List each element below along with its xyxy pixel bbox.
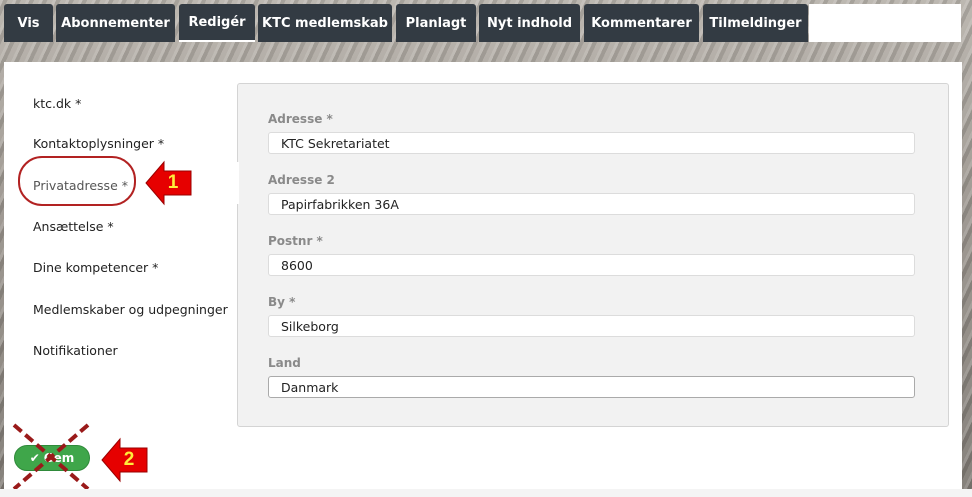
tab-rediger[interactable]: Redigér: [179, 4, 255, 42]
postnr-input[interactable]: 8600: [268, 254, 915, 276]
annotation-highlight-ring: [18, 156, 136, 206]
callout-2-label: 2: [123, 449, 135, 470]
callout-2-arrow: 2: [100, 437, 150, 483]
tab-planlagt[interactable]: Planlagt: [396, 4, 476, 42]
tab-nyt-indhold[interactable]: Nyt indhold: [479, 4, 580, 42]
nav-item-ansaettelse[interactable]: Ansættelse *: [33, 219, 114, 234]
tab-vis[interactable]: Vis: [4, 4, 53, 42]
nav-item-ktc-dk[interactable]: ktc.dk *: [33, 96, 81, 111]
adresse-label: Adresse *: [268, 112, 333, 126]
nav-item-kontaktoplysninger[interactable]: Kontaktoplysninger *: [33, 136, 164, 151]
tab-tilmeldinger[interactable]: Tilmeldinger: [703, 4, 808, 42]
active-tab-connector: [236, 162, 239, 204]
tab-bar: Vis Abonnementer Redigér KTC medlemskab …: [0, 0, 972, 42]
address-form: Adresse * KTC Sekretariatet Adresse 2 Pa…: [237, 83, 949, 427]
tab-abonnementer[interactable]: Abonnementer: [56, 4, 175, 42]
footer-strip: [0, 489, 972, 497]
nav-item-notifikationer[interactable]: Notifikationer: [33, 343, 118, 358]
land-input[interactable]: Danmark: [268, 376, 915, 398]
land-label: Land: [268, 356, 301, 370]
adresse-input[interactable]: KTC Sekretariatet: [268, 132, 915, 154]
content-panel: ktc.dk * Kontaktoplysninger * Privatadre…: [4, 62, 962, 489]
callout-1-arrow: 1: [144, 160, 194, 206]
tab-bar-filler: [809, 4, 961, 42]
postnr-label: Postnr *: [268, 234, 323, 248]
callout-1-label: 1: [167, 172, 179, 193]
red-cross-icon: [12, 423, 90, 491]
tab-ktc-medlemskab[interactable]: KTC medlemskab: [258, 4, 392, 42]
nav-item-dine-kompetencer[interactable]: Dine kompetencer *: [33, 260, 158, 275]
nav-item-medlemskaber[interactable]: Medlemskaber og udpegninger: [33, 302, 228, 317]
adresse-2-input[interactable]: Papirfabrikken 36A: [268, 193, 915, 215]
tab-kommentarer[interactable]: Kommentarer: [584, 4, 699, 42]
adresse-2-label: Adresse 2: [268, 173, 335, 187]
by-input[interactable]: Silkeborg: [268, 315, 915, 337]
by-label: By *: [268, 295, 296, 309]
